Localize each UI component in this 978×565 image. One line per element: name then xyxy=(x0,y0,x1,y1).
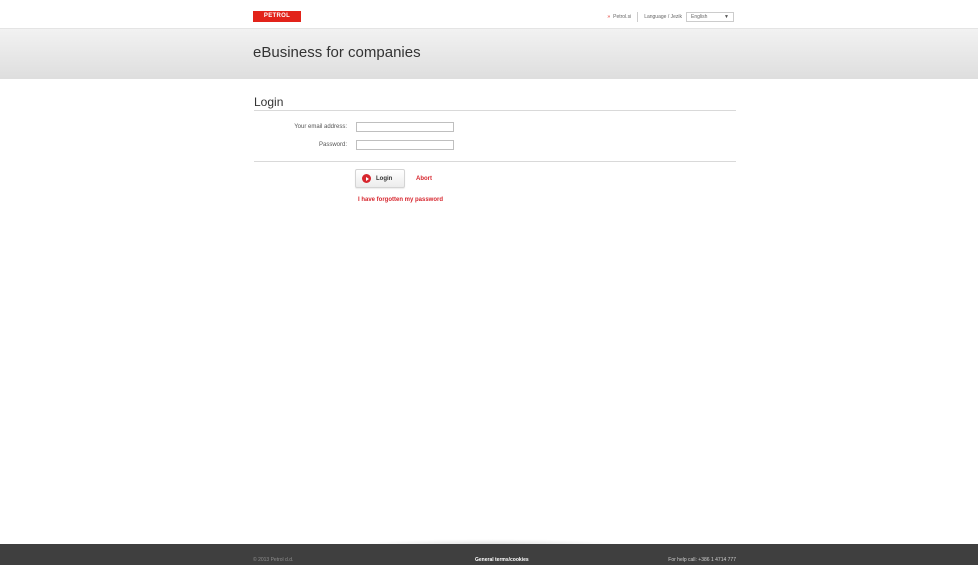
forgot-password-link[interactable]: I have forgotten my password xyxy=(358,197,443,203)
password-field[interactable] xyxy=(356,140,454,150)
top-bar: PETROL » Petrol.si Language / Jezik Engl… xyxy=(0,0,978,28)
top-links: » Petrol.si Language / Jezik English ▼ xyxy=(607,12,734,22)
abort-link[interactable]: Abort xyxy=(416,176,432,182)
email-label: Your email address: xyxy=(294,124,347,130)
language-select-value: English xyxy=(691,14,708,20)
copyright-text: © 2013 Petrol d.d. xyxy=(253,557,294,563)
email-field[interactable] xyxy=(356,122,454,132)
divider xyxy=(254,110,736,111)
login-button[interactable]: Login xyxy=(355,169,405,188)
terms-link[interactable]: General terms/cookies xyxy=(475,557,529,563)
play-icon xyxy=(362,174,371,183)
help-phone: For help call: +386 1 4714 777 xyxy=(668,557,736,563)
password-label: Password: xyxy=(318,142,347,148)
petrol-logo[interactable]: PETROL xyxy=(253,11,301,22)
login-button-label: Login xyxy=(376,175,393,182)
language-select[interactable]: English ▼ xyxy=(686,12,734,22)
language-label: Language / Jezik xyxy=(644,14,682,20)
divider xyxy=(254,161,736,162)
page-title: eBusiness for companies xyxy=(253,44,421,61)
divider xyxy=(637,12,639,22)
petrol-site-link[interactable]: Petrol.si xyxy=(613,14,631,20)
arrow-right-icon: » xyxy=(607,14,611,20)
footer: © 2013 Petrol d.d. General terms/cookies… xyxy=(0,544,978,565)
login-heading: Login xyxy=(254,95,284,109)
chevron-down-icon: ▼ xyxy=(724,14,729,20)
page-banner: eBusiness for companies xyxy=(0,28,978,79)
